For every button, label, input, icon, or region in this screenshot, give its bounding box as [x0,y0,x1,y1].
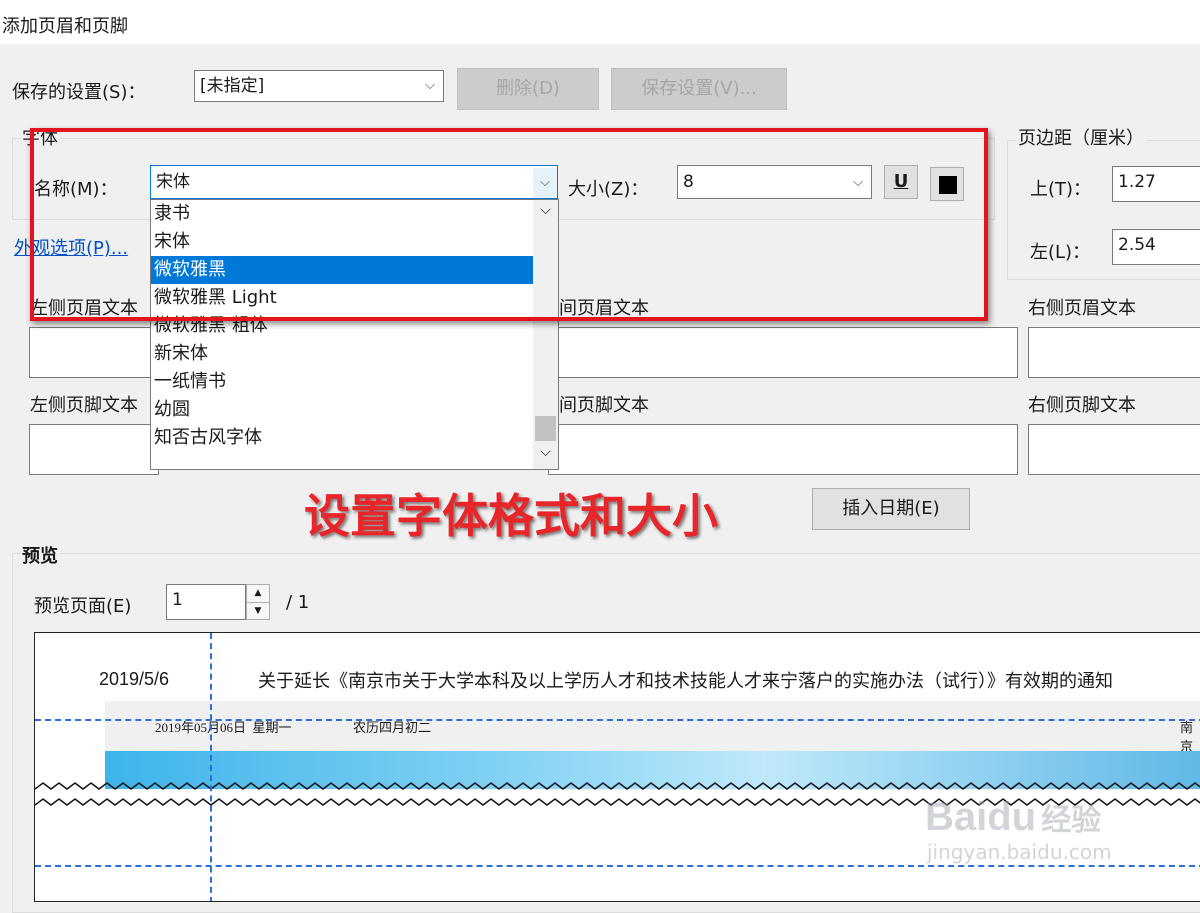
center-header-textbox[interactable] [548,327,1018,378]
margins-group-title: 页边距（厘米） [1016,124,1146,150]
scroll-down-icon[interactable]: ⌵ [533,444,558,464]
saved-settings-select[interactable]: [未指定] ⌵ [194,70,444,102]
font-option[interactable]: 知否古风字体 [151,424,533,452]
stepper-down-icon[interactable]: ▼ [247,603,269,620]
right-footer-textbox[interactable] [1028,424,1200,475]
preview-banner: 2019年05月06日 星期一 农历四月初二 南京 [105,701,1200,789]
window-title: 添加页眉和页脚 [2,16,128,37]
baidu-watermark: Baidu 经验 jingyan.baidu.com [925,795,1112,864]
scroll-thumb[interactable] [535,416,556,441]
annotation-highlight-box [30,128,988,321]
font-option[interactable]: 幼圆 [151,396,533,424]
horizontal-guide-line [35,865,1200,867]
stepper-up-icon[interactable]: ▲ [247,585,269,603]
preview-page-input[interactable]: 1 [166,584,246,620]
center-footer-label: 间页脚文本 [559,395,649,416]
left-header-textbox[interactable] [29,327,159,378]
font-option[interactable]: 一纸情书 [151,368,533,396]
horizontal-guide-line [35,719,1200,721]
left-footer-textbox[interactable] [29,424,159,475]
margin-left-input[interactable]: 2.54 [1112,229,1200,265]
right-header-textbox[interactable] [1028,327,1200,378]
margin-top-input[interactable]: 1.27 [1112,166,1200,202]
watermark-cn: 经验 [1041,803,1102,838]
font-option[interactable]: 新宋体 [151,340,533,368]
preview-header-title: 关于延长《南京市关于大学本科及以上学历人才和技术技能人才来宁落户的实施办法（试行… [258,671,1113,692]
left-footer-label: 左侧页脚文本 [30,395,138,416]
saved-settings-value: [未指定] [200,76,265,96]
save-settings-button[interactable]: 保存设置(V)... [611,68,787,110]
title-bar: 添加页眉和页脚 [0,0,1200,44]
preview-group-title: 预览 [20,542,60,568]
preview-page-label: 预览页面(E) [34,596,132,617]
page-stepper[interactable]: ▲ ▼ [246,584,270,620]
saved-settings-label: 保存的设置(S)： [12,82,146,103]
delete-button[interactable]: 删除(D) [457,68,599,110]
right-header-label: 右侧页眉文本 [1028,298,1136,319]
vertical-guide-line [210,633,212,901]
annotation-caption: 设置字体格式和大小 [303,488,719,544]
chevron-down-icon: ⌵ [425,78,435,93]
right-footer-label: 右侧页脚文本 [1028,395,1136,416]
preview-header-date: 2019/5/6 [99,669,170,689]
watermark-url: jingyan.baidu.com [927,840,1112,864]
insert-date-button[interactable]: 插入日期(E) [812,488,970,530]
preview-page-total: / 1 [286,592,310,613]
margin-left-label: 左(L)： [1030,242,1091,263]
center-footer-textbox[interactable] [548,424,1018,475]
banner-right: 南京 [1180,720,1194,754]
margin-top-label: 上(T)： [1030,179,1092,200]
watermark-brand: Baidu [925,795,1037,839]
